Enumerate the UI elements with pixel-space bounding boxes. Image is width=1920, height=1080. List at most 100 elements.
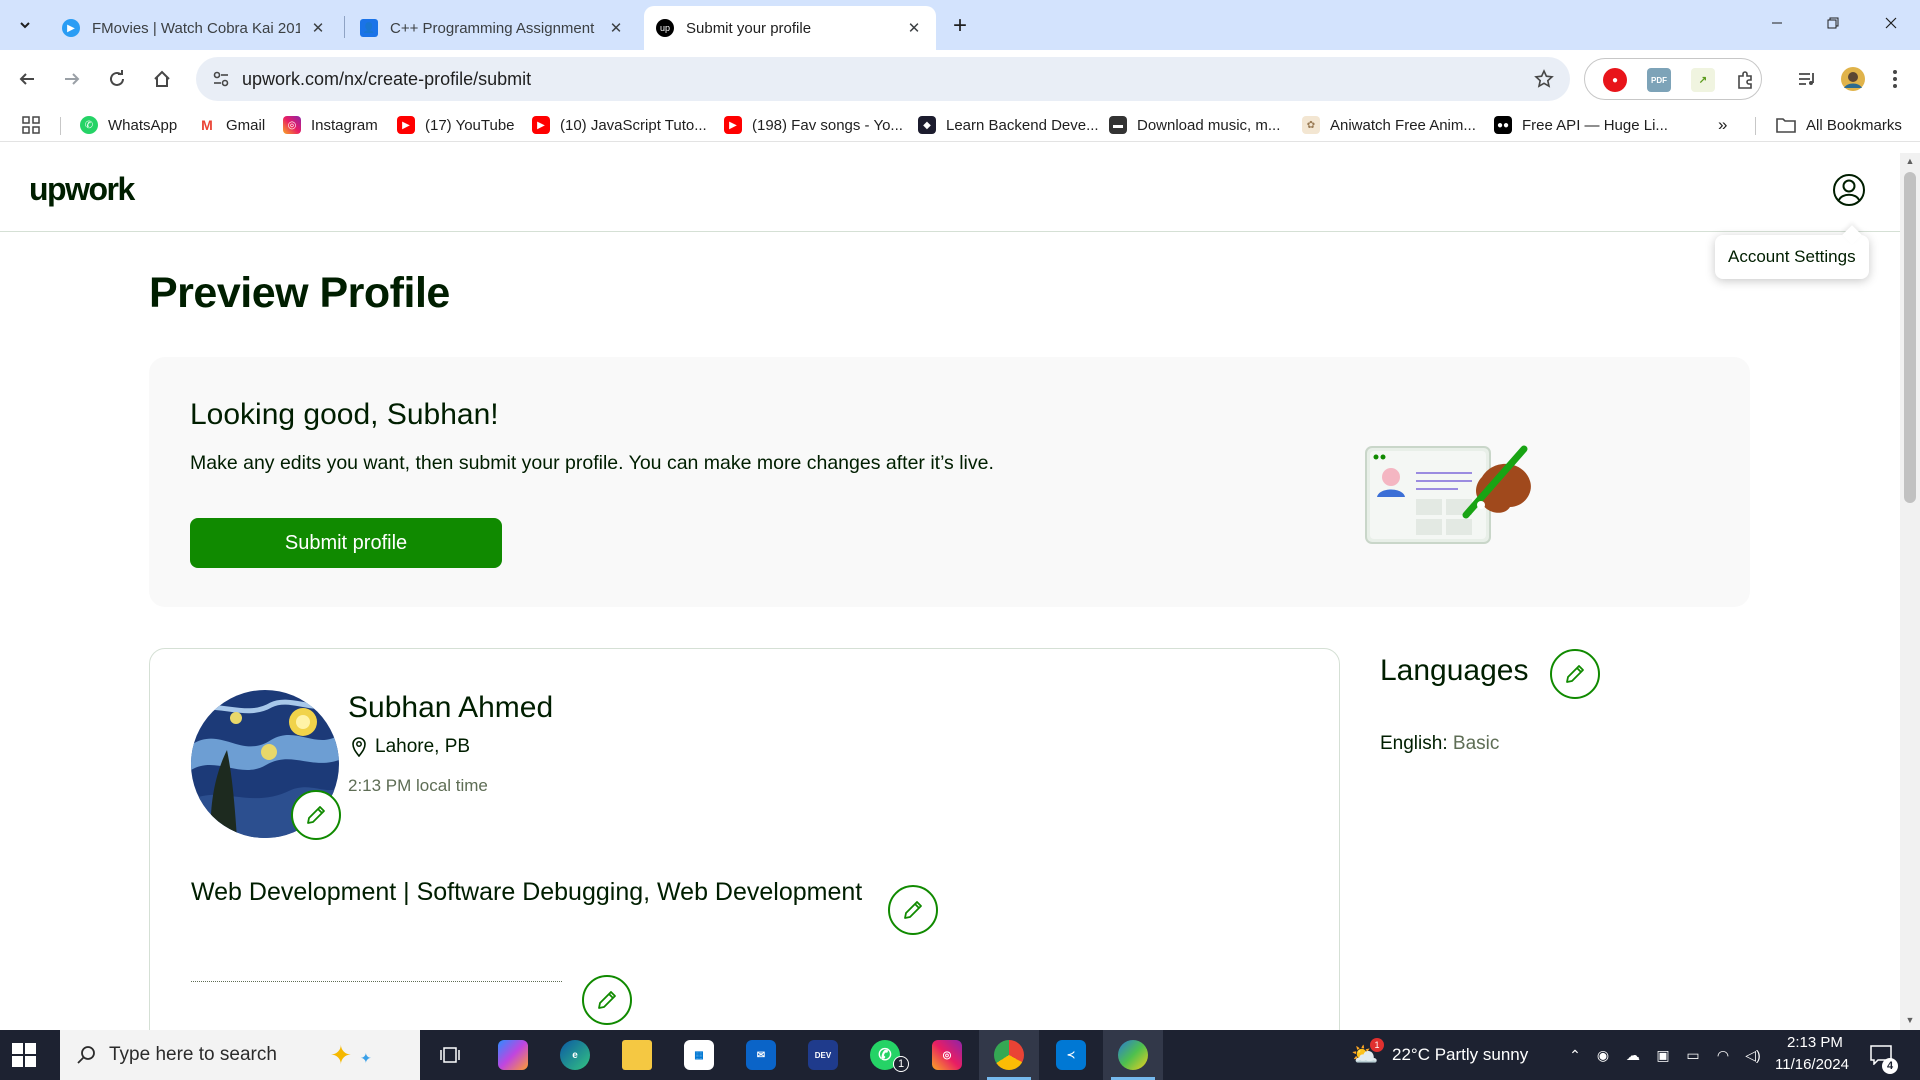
- media-control-button[interactable]: [1792, 64, 1822, 94]
- restore-button[interactable]: [1810, 8, 1856, 38]
- taskbar-app-active[interactable]: [1103, 1030, 1163, 1080]
- pdf-extension-icon[interactable]: PDF: [1647, 68, 1671, 92]
- reload-button[interactable]: [102, 64, 132, 94]
- weather-text[interactable]: 22°C Partly sunny: [1392, 1045, 1528, 1065]
- bookmark-aniwatch[interactable]: ✿ Aniwatch Free Anim...: [1302, 113, 1476, 137]
- taskbar-search[interactable]: Type here to search ✦ ✦: [60, 1030, 420, 1080]
- taskbar-store[interactable]: ▦: [669, 1030, 729, 1080]
- edge-icon: e: [560, 1040, 590, 1070]
- edit-languages-button[interactable]: [1550, 649, 1600, 699]
- page-scrollbar[interactable]: ▲ ▼: [1900, 153, 1920, 1030]
- instagram-icon: ◎: [283, 116, 301, 134]
- arrow-right-icon: [65, 73, 80, 85]
- edit-overview-button[interactable]: [582, 975, 632, 1025]
- bookmark-free-api[interactable]: ●● Free API — Huge Li...: [1494, 113, 1668, 137]
- taskbar-chrome[interactable]: [979, 1030, 1039, 1080]
- language-level: Basic: [1452, 733, 1500, 754]
- close-tab-icon[interactable]: ✕: [308, 18, 328, 38]
- adblock-extension-icon[interactable]: ●: [1603, 68, 1627, 92]
- windows-start-icon[interactable]: [12, 1043, 36, 1067]
- location-text: Lahore, PB: [375, 736, 471, 757]
- volume-icon[interactable]: ◁): [1744, 1046, 1762, 1064]
- fmovies-play-icon: ▶: [62, 19, 80, 37]
- account-settings-tooltip: Account Settings: [1715, 235, 1869, 279]
- tab-submit-profile[interactable]: up Submit your profile ✕: [644, 6, 936, 50]
- bookmark-label: (10) JavaScript Tuto...: [560, 116, 707, 134]
- account-button[interactable]: [1832, 173, 1866, 207]
- home-button[interactable]: [147, 64, 177, 94]
- close-window-button[interactable]: [1868, 8, 1914, 38]
- wifi-icon[interactable]: ◠: [1714, 1046, 1732, 1064]
- youtube-icon: ▶: [532, 116, 550, 134]
- hero-description: Make any edits you want, then submit you…: [190, 452, 994, 474]
- battery-icon[interactable]: ▭: [1684, 1046, 1702, 1064]
- browser-tab-bar: ▶ FMovies | Watch Cobra Kai 2018 ✕ 👤 C++…: [0, 0, 1920, 50]
- taskbar-file-explorer[interactable]: [607, 1030, 667, 1080]
- onedrive-icon[interactable]: ☁: [1624, 1046, 1642, 1064]
- taskbar-vscode[interactable]: ≺: [1041, 1030, 1101, 1080]
- youtube-icon: ▶: [724, 116, 742, 134]
- browser-menu-button[interactable]: [1880, 64, 1910, 94]
- taskbar-instagram[interactable]: ◎: [917, 1030, 977, 1080]
- close-tab-icon[interactable]: ✕: [606, 18, 626, 38]
- close-tab-icon[interactable]: ✕: [904, 18, 924, 38]
- tab-fmovies[interactable]: ▶ FMovies | Watch Cobra Kai 2018 ✕: [50, 6, 340, 50]
- bookmark-instagram[interactable]: ◎ Instagram: [283, 113, 378, 137]
- bookmark-learn-backend[interactable]: ◆ Learn Backend Deve...: [918, 113, 1099, 137]
- tab-cpp-assignment[interactable]: 👤 C++ Programming Assignment ✕: [348, 6, 638, 50]
- upwork-header: upwork: [0, 143, 1900, 232]
- back-button[interactable]: [12, 64, 42, 94]
- classroom-icon: 👤: [360, 19, 378, 37]
- home-icon: [154, 70, 170, 87]
- forward-button[interactable]: [57, 64, 87, 94]
- all-bookmarks-button[interactable]: All Bookmarks: [1776, 113, 1902, 137]
- bookmark-javascript-tutorial[interactable]: ▶ (10) JavaScript Tuto...: [532, 113, 707, 137]
- search-icon: [77, 1046, 95, 1064]
- chevron-up-icon[interactable]: ⌃: [1566, 1046, 1584, 1064]
- url-text[interactable]: upwork.com/nx/create-profile/submit: [242, 69, 531, 90]
- clock-time[interactable]: 2:13 PM: [1787, 1034, 1843, 1051]
- instagram-icon: ◎: [932, 1040, 962, 1070]
- taskbar-edge[interactable]: e: [545, 1030, 605, 1080]
- edit-headline-button[interactable]: [888, 885, 938, 935]
- globe-app-icon: [1118, 1040, 1148, 1070]
- upwork-logo[interactable]: upwork: [29, 171, 135, 208]
- tab-search-button[interactable]: [10, 10, 40, 40]
- bookmark-label: Gmail: [226, 116, 266, 134]
- scroll-up-arrow-icon[interactable]: ▲: [1904, 156, 1916, 168]
- bookmark-gmail[interactable]: M Gmail: [198, 113, 265, 137]
- bookmark-download-music[interactable]: ▬ Download music, m...: [1109, 113, 1280, 137]
- submit-profile-button[interactable]: Submit profile: [190, 518, 502, 568]
- pencil-icon: [307, 806, 325, 824]
- taskbar-devc[interactable]: DEV: [793, 1030, 853, 1080]
- download-extension-icon[interactable]: ↗: [1691, 68, 1715, 92]
- all-bookmarks-label: All Bookmarks: [1806, 116, 1902, 134]
- more-bookmarks-button[interactable]: »: [1718, 113, 1727, 137]
- apps-button[interactable]: [22, 113, 40, 137]
- puzzle-extensions-icon[interactable]: [1733, 68, 1757, 92]
- new-tab-button[interactable]: +: [946, 12, 974, 40]
- bookmark-youtube[interactable]: ▶ (17) YouTube: [397, 113, 515, 137]
- defender-icon[interactable]: ◉: [1594, 1046, 1612, 1064]
- edit-photo-button[interactable]: [291, 790, 341, 840]
- taskbar-whatsapp[interactable]: ✆ 1: [855, 1030, 915, 1080]
- site-info-icon[interactable]: [210, 68, 232, 90]
- bookmark-label: Aniwatch Free Anim...: [1330, 116, 1476, 134]
- taskbar-mail[interactable]: ✉: [731, 1030, 791, 1080]
- clock-date[interactable]: 11/16/2024: [1775, 1056, 1849, 1073]
- profile-avatar-button[interactable]: [1838, 64, 1868, 94]
- bookmark-divider: [60, 117, 61, 135]
- bookmark-fav-songs[interactable]: ▶ (198) Fav songs - Yo...: [724, 113, 903, 137]
- bookmark-whatsapp[interactable]: ✆ WhatsApp: [80, 113, 177, 137]
- minimize-button[interactable]: [1754, 8, 1800, 38]
- display-icon[interactable]: ▣: [1654, 1046, 1672, 1064]
- user-circle-icon: [1833, 174, 1865, 206]
- reload-icon: [110, 70, 124, 86]
- task-view-button[interactable]: [420, 1030, 480, 1080]
- address-bar[interactable]: upwork.com/nx/create-profile/submit: [196, 57, 1570, 101]
- taskbar-copilot[interactable]: [483, 1030, 543, 1080]
- kebab-menu-icon: [1893, 70, 1897, 88]
- scrollbar-thumb[interactable]: [1904, 172, 1916, 503]
- scroll-down-arrow-icon[interactable]: ▼: [1904, 1015, 1916, 1027]
- bookmark-star-icon[interactable]: [1532, 67, 1556, 91]
